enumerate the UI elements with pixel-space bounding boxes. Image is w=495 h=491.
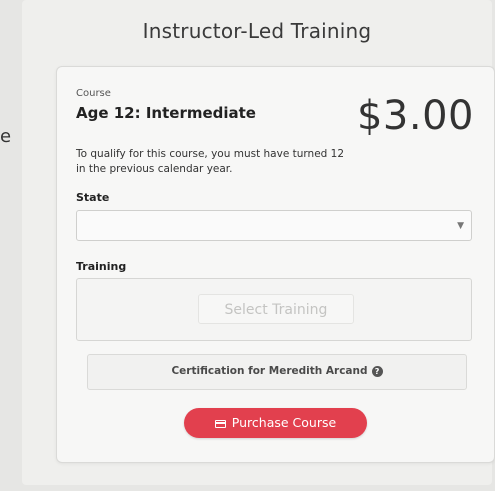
training-label: Training bbox=[76, 260, 127, 273]
purchase-course-button[interactable]: Purchase Course bbox=[184, 408, 367, 438]
course-card: Course Age 12: Intermediate $3.00 To qua… bbox=[56, 66, 495, 463]
certification-label-wrap: Certification for Meredith Arcand? bbox=[88, 365, 466, 377]
state-label: State bbox=[76, 191, 110, 204]
panel-title: Instructor-Led Training bbox=[142, 19, 372, 43]
credit-card-icon bbox=[214, 420, 226, 428]
help-icon[interactable]: ? bbox=[371, 366, 383, 377]
certification-row[interactable]: Certification for Meredith Arcand? bbox=[87, 354, 467, 390]
partial-text-left-edge: e bbox=[0, 126, 12, 147]
training-field: Select Training bbox=[76, 278, 472, 341]
certification-text: Certification for Meredith Arcand bbox=[171, 365, 368, 377]
select-training-button[interactable]: Select Training bbox=[198, 294, 354, 324]
course-price: $3.00 bbox=[356, 93, 474, 139]
qualify-text: To qualify for this course, you must hav… bbox=[76, 148, 345, 175]
course-name: Age 12: Intermediate bbox=[76, 104, 256, 122]
state-select[interactable]: ▼ bbox=[76, 210, 472, 241]
chevron-down-icon: ▼ bbox=[457, 221, 464, 231]
course-kicker: Course bbox=[76, 88, 111, 99]
training-panel: Instructor-Led Training Course Age 12: I… bbox=[22, 0, 495, 485]
purchase-course-label: Purchase Course bbox=[231, 415, 337, 430]
